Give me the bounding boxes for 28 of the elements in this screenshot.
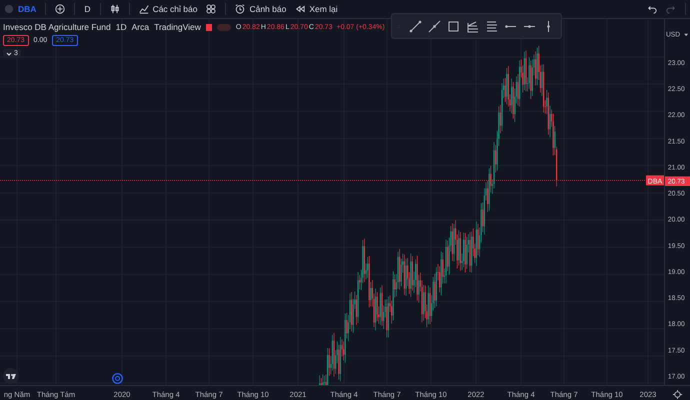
line-tool-icon[interactable] bbox=[409, 20, 422, 32]
exchange-label: Arca bbox=[132, 22, 150, 32]
dividend-marker-icon[interactable] bbox=[112, 373, 123, 384]
candles-icon[interactable] bbox=[110, 4, 120, 14]
alerts-button[interactable]: Cảnh báo bbox=[235, 4, 286, 14]
rewind-icon bbox=[295, 4, 306, 14]
rectangle-tool-icon[interactable] bbox=[447, 20, 460, 32]
settings-icon[interactable] bbox=[672, 390, 682, 398]
symbol-search[interactable]: DBA bbox=[4, 4, 36, 14]
alarm-clock-icon bbox=[235, 4, 246, 14]
grid-icon[interactable] bbox=[206, 4, 216, 14]
fib-tool-icon[interactable] bbox=[466, 20, 479, 32]
chevron-down-icon bbox=[6, 50, 12, 56]
add-symbol-icon[interactable] bbox=[55, 4, 66, 14]
indicators-button[interactable]: Các chỉ báo bbox=[138, 4, 198, 14]
caret-icon[interactable] bbox=[684, 34, 688, 36]
undo-icon[interactable] bbox=[647, 4, 657, 14]
symbol-dot-icon bbox=[4, 4, 14, 14]
toggle-pill[interactable] bbox=[216, 24, 231, 30]
source-label: TradingView bbox=[154, 22, 201, 32]
parallel-lines-icon[interactable] bbox=[485, 20, 498, 32]
flag-icon[interactable] bbox=[206, 24, 212, 30]
replay-button[interactable]: Xem lại bbox=[295, 4, 338, 14]
interval-label: 1D bbox=[116, 22, 127, 32]
extended-line-icon[interactable] bbox=[428, 20, 441, 32]
interval-button[interactable]: D bbox=[84, 4, 91, 14]
chart-line-icon bbox=[138, 4, 149, 14]
symbol-title: Invesco DB Agriculture Fund bbox=[3, 22, 111, 32]
